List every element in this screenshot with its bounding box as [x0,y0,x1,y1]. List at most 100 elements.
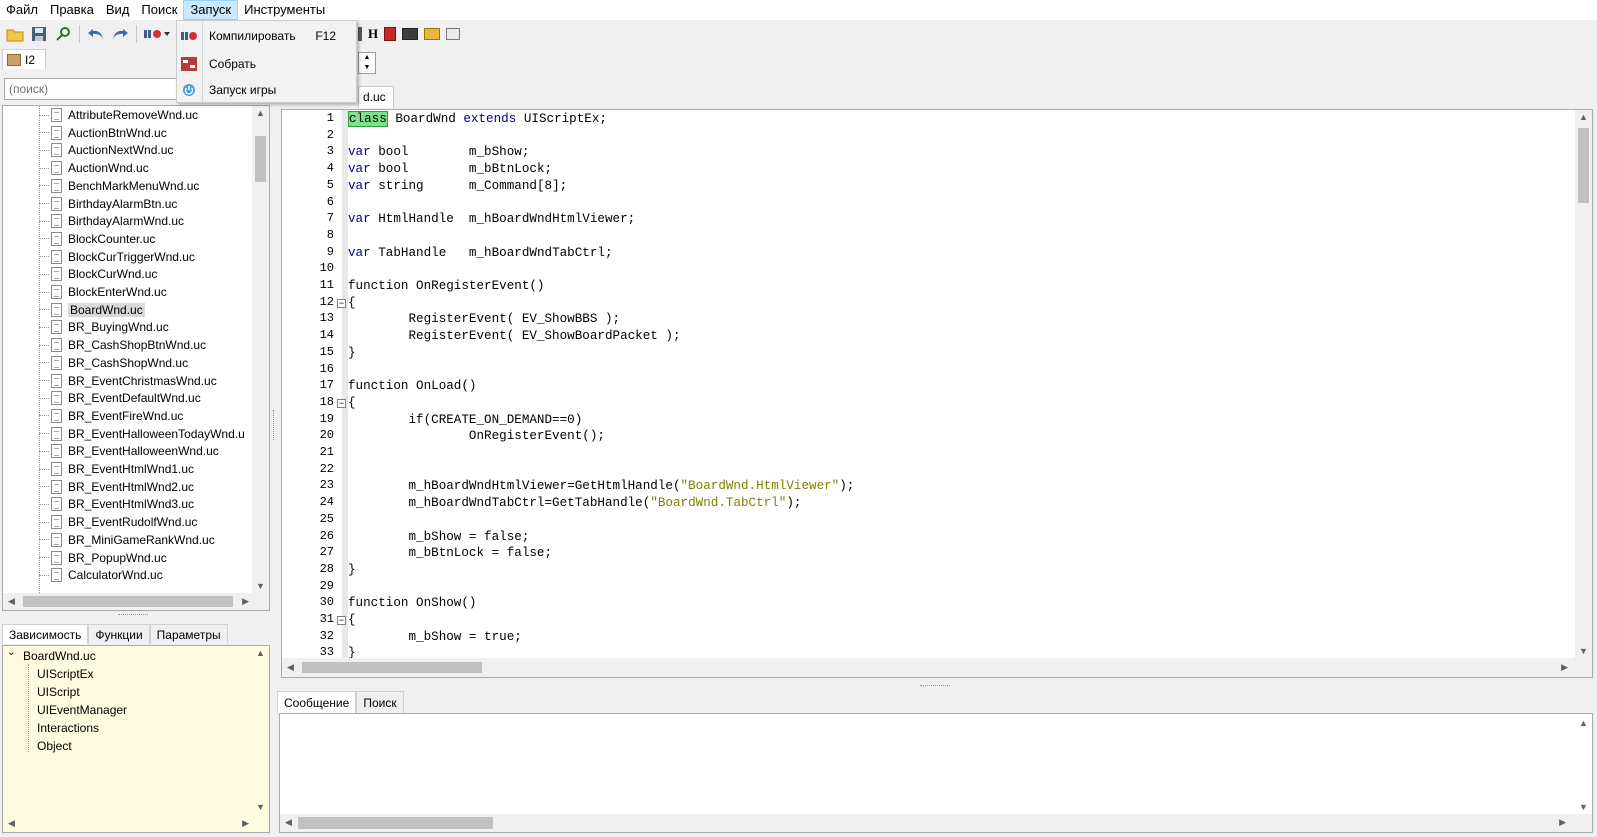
project-tab[interactable]: I2 [2,49,46,69]
menu-view[interactable]: Вид [100,0,136,20]
menu-item-compile[interactable]: Компилировать F12 [177,23,356,49]
file-tree-item[interactable]: BR_EventHtmlWnd2.uc [39,478,194,496]
file-tree-item[interactable]: BlockCurTriggerWnd.uc [39,248,195,266]
spinner-down-icon[interactable]: ▼ [359,63,375,73]
file-tree-item[interactable]: BR_EventHtmlWnd3.uc [39,495,194,513]
scroll-left-icon[interactable]: ◀ [285,817,292,828]
menu-file[interactable]: Файл [0,0,44,20]
scroll-left-icon[interactable]: ◀ [8,596,15,607]
file-tree-item[interactable]: BR_EventDefaultWnd.uc [39,389,201,407]
run-dropdown-icon[interactable] [142,23,172,45]
dependency-item[interactable]: UIEventManager [37,701,127,719]
tab-functions[interactable]: Функции [88,624,150,644]
dependency-hscroll[interactable]: ◀ ▶ [3,815,269,832]
file-tree-item[interactable]: BR_PopupWnd.uc [39,549,167,567]
editor-vscroll[interactable]: ▲ ▼ [1575,110,1592,658]
scroll-right-icon[interactable]: ▶ [242,818,249,829]
spinner-up-icon[interactable]: ▲ [359,53,375,63]
dependency-item[interactable]: Object [37,737,72,755]
scroll-up-icon[interactable]: ▲ [1579,112,1588,122]
fold-toggle-icon[interactable]: − [337,616,346,625]
vertical-splitter[interactable] [273,410,275,440]
scroll-down-icon[interactable]: ▼ [1579,802,1588,812]
file-tree-item[interactable]: AuctionBtnWnd.uc [39,124,167,142]
file-tree-item[interactable]: BR_MiniGameRankWnd.uc [39,531,215,549]
collapse-icon[interactable]: ⌄ [7,647,15,658]
dependency-root[interactable]: BoardWnd.uc [23,647,96,665]
spinner-control[interactable]: ▲ ▼ [358,52,376,74]
scroll-right-icon[interactable]: ▶ [1559,817,1566,828]
file-tree-item[interactable]: BlockCurWnd.uc [39,265,157,283]
menu-item-build[interactable]: Собрать [177,51,356,77]
file-tree-item[interactable]: BenchMarkMenuWnd.uc [39,177,199,195]
file-tree-hscroll[interactable]: ◀ ▶ [3,593,269,610]
scroll-thumb[interactable] [23,596,233,607]
red-doc-icon[interactable] [384,27,397,41]
file-tree-item[interactable]: BlockCounter.uc [39,230,155,248]
scroll-right-icon[interactable]: ▶ [242,596,249,607]
editor-tab[interactable]: d.uc [358,86,394,108]
undo-icon[interactable] [85,23,107,45]
scroll-down-icon[interactable]: ▼ [1579,646,1588,656]
message-panel[interactable]: ▲ ▼ ◀ ▶ [279,713,1593,833]
code-editor[interactable]: 1 2 3 4 5 6 7 8 9 10 11 12 13 14 15 16 17 18 19 20 21 22 23 24 2… [281,109,1593,678]
message-hscroll[interactable]: ◀ ▶ [280,814,1592,832]
redo-icon[interactable] [109,23,131,45]
splitter-grip[interactable] [118,614,148,616]
find-icon[interactable] [52,23,74,45]
file-tree-item[interactable]: BR_EventFireWnd.uc [39,407,183,425]
menu-tools[interactable]: Инструменты [238,0,331,20]
fold-toggle-icon[interactable]: − [337,298,346,308]
dependency-item[interactable]: Interactions [37,719,99,737]
toolbar-edge-icon[interactable] [358,27,362,41]
save-icon[interactable] [28,23,50,45]
tab-dependency[interactable]: Зависимость [2,624,89,644]
scroll-thumb[interactable] [302,662,482,673]
dependency-item[interactable]: UIScript [37,683,80,701]
fold-toggle-icon[interactable]: − [337,398,346,408]
file-tree-item[interactable]: CalculatorWnd.uc [39,566,163,584]
file-tree-item[interactable]: BirthdayAlarmWnd.uc [39,212,184,230]
scroll-thumb[interactable] [255,136,266,182]
scroll-up-icon[interactable]: ▲ [1579,718,1588,728]
file-tree-item[interactable]: AuctionNextWnd.uc [39,141,173,159]
open-folder-icon[interactable] [4,23,26,45]
tab-search-results[interactable]: Поиск [356,691,404,713]
file-tree-item[interactable]: AuctionWnd.uc [39,159,149,177]
scroll-left-icon[interactable]: ◀ [8,818,15,829]
editor-hscroll[interactable]: ◀ ▶ [282,658,1592,677]
horizontal-splitter[interactable] [920,685,950,687]
tab-parameters[interactable]: Параметры [149,624,228,644]
scroll-up-icon[interactable]: ▲ [256,108,265,118]
scroll-down-icon[interactable]: ▼ [256,581,265,591]
scroll-down-icon[interactable]: ▼ [256,802,265,812]
file-tree-item[interactable]: BR_EventRudolfWnd.uc [39,513,197,531]
file-tree-item[interactable]: AttributeRemoveWnd.uc [39,106,198,124]
scroll-thumb[interactable] [298,817,493,829]
tab-messages[interactable]: Сообщение [277,691,357,713]
scroll-right-icon[interactable]: ▶ [1561,662,1568,673]
menu-search[interactable]: Поиск [135,0,183,20]
dependency-vscroll[interactable]: ▲ ▼ [252,646,269,814]
file-tree-item[interactable]: BR_EventHalloweenTodayWnd.u [39,425,245,443]
scroll-thumb[interactable] [1578,128,1589,203]
terminal-icon[interactable] [402,28,419,40]
folder-note-icon[interactable] [424,28,441,40]
file-tree-item[interactable]: BR_BuyingWnd.uc [39,318,169,336]
dependency-item[interactable]: UIScriptEx [37,665,94,683]
menu-edit[interactable]: Правка [44,0,100,20]
window-icon[interactable] [446,28,461,40]
file-tree-item[interactable]: BR_EventChristmasWnd.uc [39,372,217,390]
heading-h-icon[interactable]: H [368,26,378,42]
scroll-left-icon[interactable]: ◀ [287,662,294,673]
file-tree-item[interactable]: BR_EventHtmlWnd1.uc [39,460,194,478]
file-tree-item[interactable]: BoardWnd.uc [39,301,145,319]
scroll-up-icon[interactable]: ▲ [256,648,265,658]
file-tree-item[interactable]: BR_CashShopWnd.uc [39,354,188,372]
file-tree-item[interactable]: BR_CashShopBtnWnd.uc [39,336,206,354]
menu-item-launch-game[interactable]: Запуск игры [177,77,356,103]
menu-run[interactable]: Запуск [183,0,239,20]
file-tree-item[interactable]: BirthdayAlarmBtn.uc [39,195,177,213]
file-tree-item[interactable]: BR_EventHalloweenWnd.uc [39,442,219,460]
file-tree-item[interactable]: BlockEnterWnd.uc [39,283,167,301]
